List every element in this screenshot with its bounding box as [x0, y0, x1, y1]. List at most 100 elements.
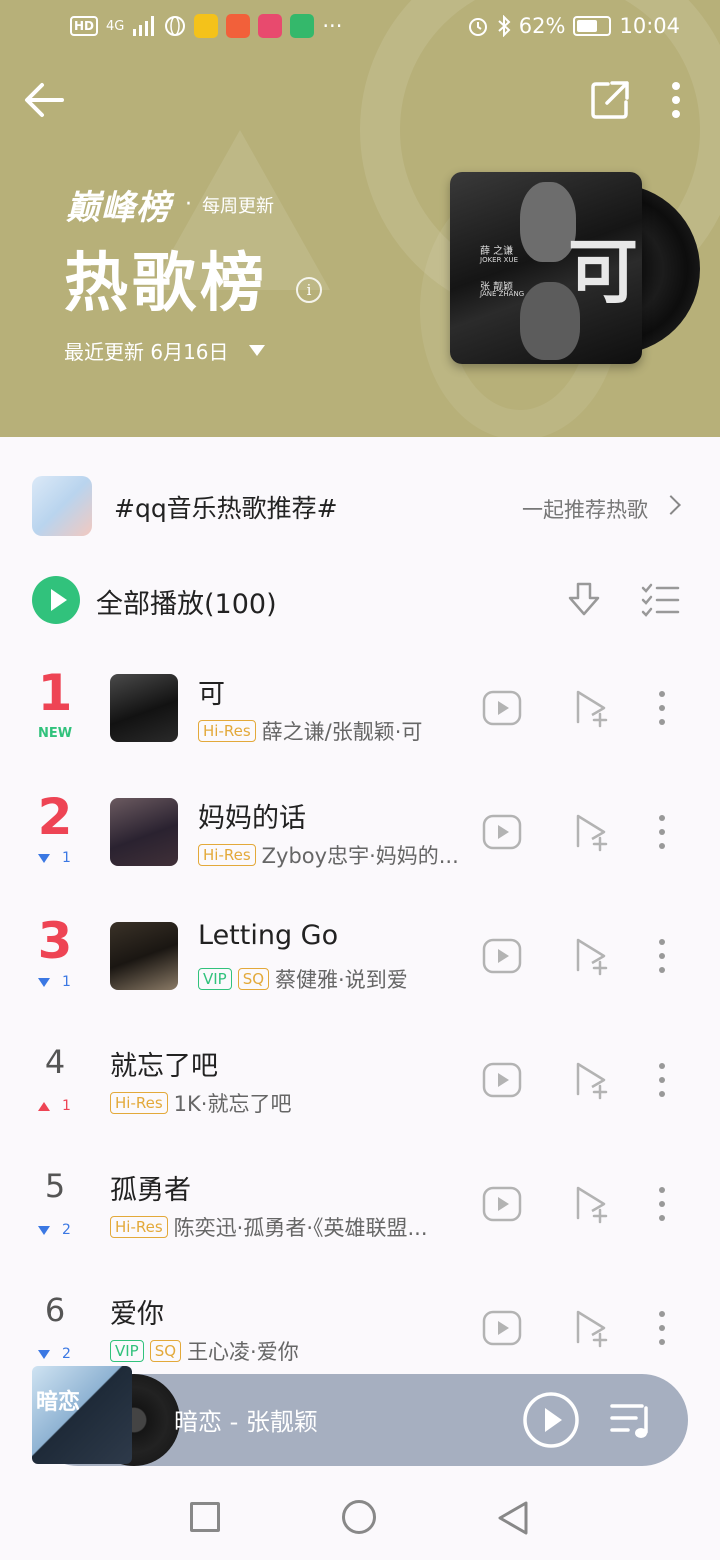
app-notification-icon: [258, 14, 283, 38]
more-vertical-icon[interactable]: [652, 812, 672, 852]
video-play-icon[interactable]: [482, 1060, 522, 1100]
song-meta: Hi-Res 1K·就忘了吧: [110, 1088, 291, 1118]
rank-trend: 1: [38, 1098, 71, 1114]
add-to-playlist-icon[interactable]: [574, 936, 610, 976]
add-to-playlist-icon[interactable]: [574, 1184, 610, 1224]
brand-name: 巅峰榜: [66, 188, 171, 228]
rank-number: 6: [44, 1291, 66, 1329]
playlist-icon[interactable]: [608, 1398, 654, 1442]
hires-badge: Hi-Res: [198, 844, 256, 866]
rank-number: 1: [37, 664, 73, 722]
hires-badge: Hi-Res: [110, 1092, 168, 1114]
play-icon[interactable]: [522, 1391, 580, 1449]
home-icon[interactable]: [342, 1500, 376, 1534]
share-icon[interactable]: [588, 78, 632, 122]
update-date-label: 最近更新 6月16日: [64, 340, 229, 364]
now-playing-title[interactable]: 暗恋 - 张靓颖: [174, 1402, 318, 1437]
song-thumbnail[interactable]: [110, 922, 178, 990]
rank-trend: 2: [38, 1346, 71, 1362]
cover-art: 薛 之谦 JOKER XUE 张 靓颖 JANE ZHANG 可: [450, 172, 642, 364]
more-vertical-icon[interactable]: [660, 78, 692, 122]
trend-value: 1: [62, 1098, 71, 1114]
chevron-right-icon: [661, 495, 681, 515]
multiselect-icon[interactable]: [640, 580, 680, 620]
add-to-playlist-icon[interactable]: [574, 688, 610, 728]
update-frequency: 每周更新: [202, 195, 274, 217]
chart-content: #qq音乐热歌推荐# 一起推荐热歌 全部播放(100) 1 NEW 可 Hi-Res 薛…: [0, 462, 720, 1462]
song-title[interactable]: 可: [198, 672, 225, 711]
nav-back-icon[interactable]: [496, 1500, 530, 1536]
add-to-playlist-icon[interactable]: [574, 812, 610, 852]
mini-player[interactable]: 暗恋 暗恋 - 张靓颖: [32, 1366, 688, 1466]
network-label: 4G: [106, 18, 125, 34]
play-all-button[interactable]: [32, 576, 80, 624]
rank-number: 5: [44, 1167, 66, 1205]
recent-apps-icon[interactable]: [190, 1502, 220, 1532]
app-notification-icon: [194, 14, 219, 38]
chart-cover[interactable]: 薛 之谦 JOKER XUE 张 靓颖 JANE ZHANG 可: [450, 172, 700, 366]
hires-badge: Hi-Res: [198, 720, 256, 742]
vip-badge: VIP: [110, 1340, 144, 1362]
cover-artist-1: 薛 之谦: [480, 246, 514, 257]
song-meta: Hi-Res 薛之谦/张靓颖·可: [198, 716, 422, 746]
song-title[interactable]: 孤勇者: [110, 1168, 191, 1207]
signal-icon: [133, 16, 155, 36]
info-icon[interactable]: i: [296, 277, 322, 303]
rank-trend: 1: [38, 850, 71, 866]
sq-badge: SQ: [149, 1340, 182, 1362]
battery-icon: [573, 16, 612, 36]
hashtag-banner[interactable]: #qq音乐热歌推荐# 一起推荐热歌: [32, 476, 688, 536]
song-row[interactable]: 4 1 就忘了吧 Hi-Res 1K·就忘了吧: [0, 1018, 720, 1142]
rank-trend: 2: [38, 1222, 71, 1238]
hires-badge: Hi-Res: [110, 1216, 168, 1238]
song-row[interactable]: 1 NEW 可 Hi-Res 薛之谦/张靓颖·可: [0, 646, 720, 770]
video-play-icon[interactable]: [482, 812, 522, 852]
mini-player-cover[interactable]: 暗恋: [32, 1366, 132, 1464]
more-vertical-icon[interactable]: [652, 936, 672, 976]
video-play-icon[interactable]: [482, 688, 522, 728]
vip-badge: VIP: [198, 968, 232, 990]
trend-down-icon: [38, 977, 50, 987]
artist-album: 1K·就忘了吧: [173, 1092, 292, 1116]
song-title[interactable]: 就忘了吧: [110, 1044, 218, 1083]
alarm-icon: [468, 18, 487, 36]
more-vertical-icon[interactable]: [652, 1184, 672, 1224]
song-row[interactable]: 3 1 Letting Go VIP SQ 蔡健雅·说到爱: [0, 894, 720, 1018]
song-title[interactable]: Letting Go: [198, 920, 338, 951]
page-title: 热歌榜: [64, 247, 268, 321]
trend-up-icon: [38, 1101, 50, 1111]
song-thumbnail[interactable]: [110, 674, 178, 742]
video-play-icon[interactable]: [482, 1308, 522, 1348]
brand-separator: ·: [185, 192, 192, 217]
trend-value: 1: [62, 850, 71, 866]
recommend-link[interactable]: 一起推荐热歌: [522, 494, 648, 524]
system-nav-bar: [0, 1478, 720, 1560]
add-to-playlist-icon[interactable]: [574, 1060, 610, 1100]
download-icon[interactable]: [566, 580, 602, 620]
update-date-selector[interactable]: 最近更新 6月16日: [64, 336, 265, 365]
globe-icon: [165, 16, 186, 36]
play-all-label[interactable]: 全部播放(100): [96, 582, 277, 621]
more-notifications-icon: ···: [322, 14, 343, 38]
video-play-icon[interactable]: [482, 936, 522, 976]
chart-header: HD 4G ··· 62% 10:04 巅峰榜 · 每周更新 热歌榜 i 最近更…: [0, 0, 720, 437]
trend-down-icon: [38, 853, 50, 863]
add-to-playlist-icon[interactable]: [574, 1308, 610, 1348]
rank-number: 3: [37, 912, 73, 970]
more-vertical-icon[interactable]: [652, 1308, 672, 1348]
more-vertical-icon[interactable]: [652, 1060, 672, 1100]
mini-cover-text: 暗恋: [36, 1390, 81, 1415]
more-vertical-icon[interactable]: [652, 688, 672, 728]
song-thumbnail[interactable]: [110, 798, 178, 866]
back-arrow-icon[interactable]: [20, 78, 68, 122]
song-title[interactable]: 妈妈的话: [198, 796, 306, 835]
cover-artist-1-en: JOKER XUE: [480, 256, 519, 264]
trend-value: 1: [62, 974, 71, 990]
song-title[interactable]: 爱你: [110, 1292, 164, 1331]
cover-artist-2-en: JANE ZHANG: [480, 290, 525, 298]
rank-number: 4: [44, 1043, 66, 1081]
video-play-icon[interactable]: [482, 1184, 522, 1224]
sq-badge: SQ: [237, 968, 270, 990]
song-row[interactable]: 2 1 妈妈的话 Hi-Res Zyboy忠宇·妈妈的...: [0, 770, 720, 894]
song-row[interactable]: 5 2 孤勇者 Hi-Res 陈奕迅·孤勇者·《英雄联盟...: [0, 1142, 720, 1266]
